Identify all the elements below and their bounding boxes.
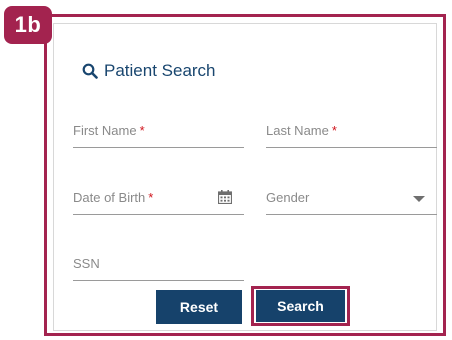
step-badge: 1b — [4, 6, 52, 44]
search-button-highlight: Search — [251, 286, 350, 326]
gender-select[interactable]: Gender — [266, 186, 437, 215]
last-name-field[interactable]: Last Name * — [266, 119, 437, 148]
panel-title: Patient Search — [82, 61, 216, 81]
date-of-birth-label: Date of Birth * — [73, 190, 154, 205]
caret-down-icon — [413, 196, 425, 202]
reset-button[interactable]: Reset — [156, 290, 242, 324]
required-mark: * — [331, 123, 337, 138]
required-mark: * — [139, 123, 145, 138]
first-name-label: First Name * — [73, 123, 145, 138]
search-button[interactable]: Search — [256, 290, 345, 322]
gender-label: Gender — [266, 190, 310, 205]
search-icon — [82, 63, 98, 79]
patient-search-card: Patient Search First Name * Last Name * Da… — [53, 23, 437, 331]
highlight-frame: Patient Search First Name * Last Name * Da… — [44, 14, 446, 336]
date-of-birth-field[interactable]: Date of Birth * — [73, 186, 244, 215]
calendar-icon[interactable] — [218, 190, 232, 204]
ssn-field[interactable]: SSN — [73, 252, 244, 281]
last-name-label: Last Name * — [266, 123, 337, 138]
first-name-field[interactable]: First Name * — [73, 119, 244, 148]
panel-title-text: Patient Search — [104, 61, 216, 80]
step-badge-label: 1b — [14, 12, 42, 37]
ssn-label: SSN — [73, 256, 100, 271]
required-mark: * — [148, 190, 154, 205]
